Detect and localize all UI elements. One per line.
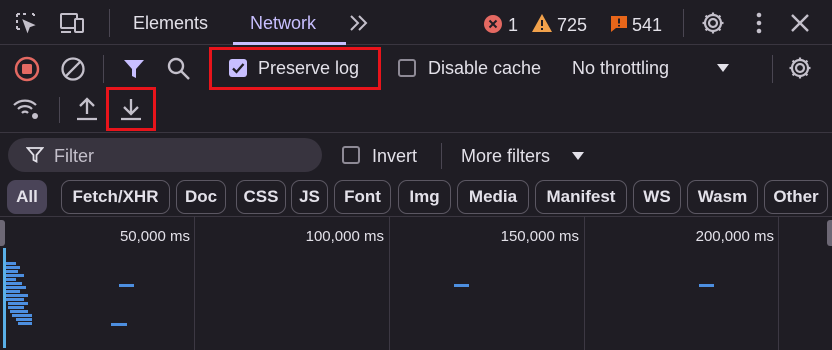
- record-stop-icon[interactable]: [14, 56, 40, 82]
- separator: [441, 143, 442, 169]
- request-bar: [119, 284, 134, 287]
- network-conditions-wifi-icon[interactable]: [12, 97, 42, 121]
- tab-network[interactable]: Network: [250, 14, 316, 32]
- request-bar: [12, 314, 32, 317]
- warning-count[interactable]: 725: [557, 16, 587, 34]
- type-filter-all[interactable]: All: [7, 180, 47, 214]
- type-filter-fetch-xhr[interactable]: Fetch/XHR: [61, 180, 170, 214]
- devtools-tab-bar: Elements Network 1 725 541: [0, 0, 832, 45]
- request-bar: [10, 310, 28, 313]
- search-icon[interactable]: [166, 56, 192, 82]
- settings-gear-icon[interactable]: [700, 10, 726, 36]
- timeline-tick-label: 150,000 ms: [500, 228, 579, 245]
- request-bar: [6, 270, 18, 273]
- error-icon[interactable]: [483, 14, 503, 34]
- toolbar-divider: [0, 132, 832, 133]
- request-bar: [8, 302, 28, 305]
- request-bar: [6, 266, 20, 269]
- more-filters-dropdown-arrow-icon[interactable]: [571, 151, 585, 161]
- timeline-gridline: [778, 216, 779, 350]
- issues-count[interactable]: 541: [632, 16, 662, 34]
- timeline-gridline: [389, 216, 390, 350]
- timeline-tick-label: 50,000 ms: [119, 228, 190, 245]
- filter-funnel-icon: [26, 146, 44, 164]
- request-bar: [16, 318, 32, 321]
- more-tabs-chevron-icon[interactable]: [347, 12, 371, 34]
- disable-cache-label[interactable]: Disable cache: [428, 59, 541, 77]
- type-filter-ws[interactable]: WS: [633, 180, 681, 214]
- request-bar: [6, 294, 28, 297]
- preserve-log-label[interactable]: Preserve log: [258, 59, 359, 77]
- throttling-select[interactable]: No throttling: [572, 59, 669, 77]
- request-bar: [454, 284, 469, 287]
- type-filter-font[interactable]: Font: [334, 180, 391, 214]
- request-bar: [6, 274, 24, 277]
- more-filters-button[interactable]: More filters: [461, 147, 550, 165]
- type-filter-manifest[interactable]: Manifest: [535, 180, 627, 214]
- export-har-download-icon[interactable]: [119, 96, 143, 122]
- more-options-kebab-icon[interactable]: [755, 12, 763, 34]
- warning-icon[interactable]: [531, 13, 553, 33]
- separator: [683, 9, 684, 37]
- request-bar: [6, 290, 20, 293]
- network-settings-gear-icon[interactable]: [787, 55, 813, 81]
- request-bar: [111, 323, 127, 326]
- type-filter-wasm[interactable]: Wasm: [687, 180, 758, 214]
- active-tab-indicator: [233, 42, 346, 45]
- overview-left-handle[interactable]: [0, 220, 5, 246]
- type-filter-other[interactable]: Other: [764, 180, 828, 214]
- request-bar: [6, 262, 16, 265]
- timeline-tick-label: 200,000 ms: [695, 228, 774, 245]
- type-filter-js[interactable]: JS: [291, 180, 328, 214]
- request-bar: [18, 322, 32, 325]
- invert-label[interactable]: Invert: [372, 147, 417, 165]
- timeline-gridline: [194, 216, 195, 350]
- request-bar: [699, 284, 714, 287]
- throttling-dropdown-arrow-icon[interactable]: [716, 63, 730, 73]
- request-bar: [6, 282, 22, 285]
- separator: [109, 9, 110, 37]
- request-bar: [8, 306, 24, 309]
- clear-block-icon[interactable]: [60, 56, 86, 82]
- filter-funnel-icon[interactable]: [122, 57, 146, 81]
- filter-placeholder: Filter: [54, 146, 94, 166]
- type-filter-doc[interactable]: Doc: [176, 180, 226, 214]
- separator: [772, 55, 773, 83]
- error-count[interactable]: 1: [508, 16, 518, 34]
- preserve-log-checkbox[interactable]: [229, 59, 247, 77]
- timeline-tick-label: 100,000 ms: [305, 228, 384, 245]
- import-har-upload-icon[interactable]: [75, 96, 99, 122]
- request-bar: [6, 286, 26, 289]
- request-bar: [6, 298, 24, 301]
- type-filter-css[interactable]: CSS: [236, 180, 286, 214]
- separator: [59, 97, 60, 123]
- request-bar: [6, 278, 16, 281]
- filter-input[interactable]: Filter: [8, 138, 322, 172]
- separator: [103, 55, 104, 83]
- close-icon[interactable]: [789, 12, 811, 34]
- issues-icon[interactable]: [609, 14, 629, 34]
- device-toolbar-icon[interactable]: [58, 11, 86, 35]
- type-filter-media[interactable]: Media: [457, 180, 529, 214]
- overview-right-handle[interactable]: [827, 220, 832, 246]
- inspect-element-icon[interactable]: [14, 11, 38, 35]
- timeline-gridline: [584, 216, 585, 350]
- type-filter-img[interactable]: Img: [398, 180, 451, 214]
- invert-checkbox[interactable]: [342, 146, 360, 164]
- disable-cache-checkbox[interactable]: [398, 59, 416, 77]
- tab-elements[interactable]: Elements: [133, 14, 208, 32]
